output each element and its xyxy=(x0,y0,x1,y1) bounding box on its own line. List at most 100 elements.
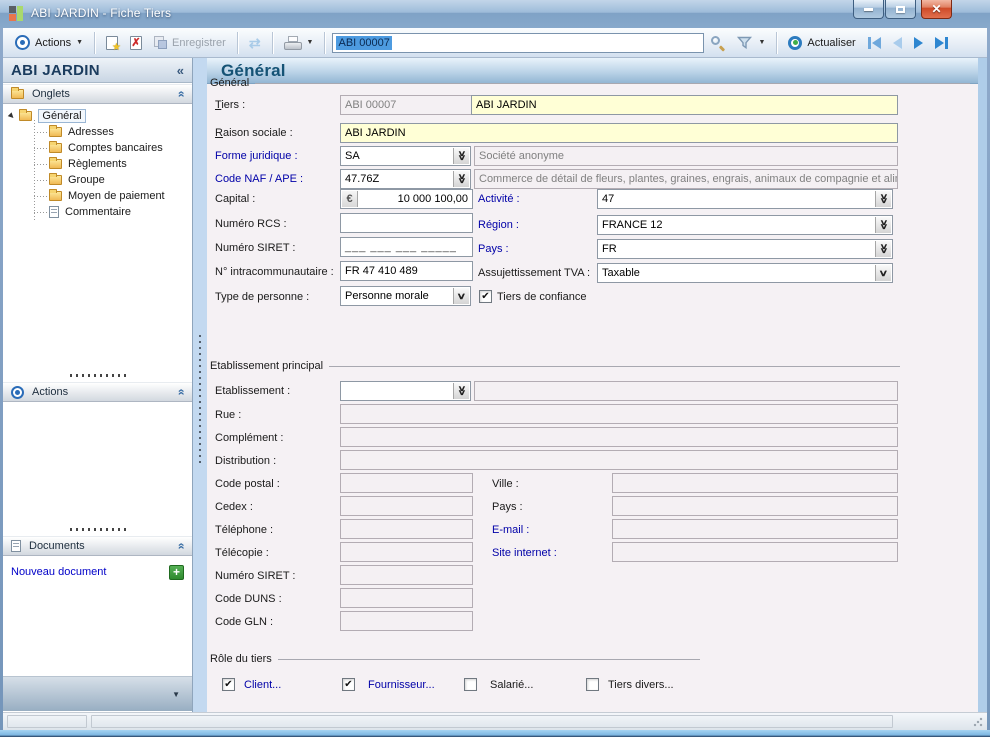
email-field xyxy=(612,519,898,539)
tree-item-adresses[interactable]: Adresses xyxy=(3,124,192,140)
splitter-grip[interactable] xyxy=(199,335,201,465)
refresh-label: Actualiser xyxy=(807,37,855,49)
tree-item-groupe[interactable]: Groupe xyxy=(3,172,192,188)
chevron-double-down-icon[interactable]: ∨∨ xyxy=(875,191,891,207)
etablissement-label: Etablissement : xyxy=(215,385,290,397)
tree-item-reglements[interactable]: Règlements xyxy=(3,156,192,172)
add-document-button[interactable]: + xyxy=(169,565,184,580)
raison-sociale-field[interactable]: ABI JARDIN xyxy=(340,123,898,143)
region-combo[interactable]: FRANCE 12 ∨∨ xyxy=(597,215,893,235)
salarie-checkbox[interactable] xyxy=(464,678,477,691)
etablissement-combo[interactable]: ∨∨ xyxy=(340,381,471,401)
tree-item-comptes-bancaires[interactable]: Comptes bancaires xyxy=(3,140,192,156)
chevron-double-down-icon[interactable]: ∨∨ xyxy=(875,217,891,233)
chevron-up-icon: » xyxy=(174,91,188,98)
sidebar-title: ABI JARDIN xyxy=(11,62,177,79)
tiers-divers-checkbox[interactable] xyxy=(586,678,599,691)
forme-juridique-label: Forme juridique : xyxy=(215,150,298,162)
chevron-double-down-icon[interactable]: ∨∨ xyxy=(453,171,469,187)
refresh-data-button[interactable]: Actualiser xyxy=(782,33,861,53)
capital-field[interactable]: € 10 000 100,00 xyxy=(340,189,473,209)
nav-last-button[interactable] xyxy=(929,33,954,53)
print-button[interactable]: ▼ xyxy=(278,33,320,53)
delete-record-button[interactable]: ✗ xyxy=(124,33,148,53)
type-personne-combo[interactable]: Personne morale ∨ xyxy=(340,286,471,306)
etab-pays-label: Pays : xyxy=(492,501,523,513)
new-record-button[interactable]: ★ xyxy=(100,33,124,53)
chevron-down-icon[interactable]: ∨ xyxy=(453,288,469,304)
save-icon xyxy=(154,36,167,49)
code-postal-field xyxy=(340,473,473,493)
search-input[interactable]: ABI 00007 xyxy=(332,33,704,53)
intracommunautaire-field[interactable]: FR 47 410 489 xyxy=(340,261,473,281)
tiers-confiance-checkbox[interactable]: ✔ xyxy=(479,290,492,303)
client-label[interactable]: Client... xyxy=(244,679,281,691)
minimize-button[interactable] xyxy=(853,0,884,19)
filter-button[interactable]: ▼ xyxy=(731,33,771,52)
sidebar: ABI JARDIN « Onglets » ▶ Général Adresse… xyxy=(3,58,193,712)
fournisseur-checkbox[interactable]: ✔ xyxy=(342,678,355,691)
printer-icon xyxy=(284,36,302,50)
actions-menu-button[interactable]: Actions ▼ xyxy=(9,32,89,53)
nav-next-button[interactable] xyxy=(908,33,929,53)
panel-splitter-handle[interactable] xyxy=(3,526,192,533)
intracommunautaire-label: N° intracommunautaire : xyxy=(215,266,334,278)
close-button[interactable]: ✕ xyxy=(921,0,952,19)
euro-currency-button[interactable]: € xyxy=(342,191,358,207)
chevron-double-down-icon[interactable]: ∨∨ xyxy=(453,383,469,399)
numero-siret-field[interactable]: ___ ___ ___ _____ xyxy=(340,237,473,257)
tree-item-moyen-de-paiement[interactable]: Moyen de paiement xyxy=(3,188,192,204)
tree-item-commentaire[interactable]: Commentaire xyxy=(3,204,192,220)
tiers-label: Tiers : xyxy=(215,99,245,111)
cedex-field xyxy=(340,496,473,516)
nav-previous-button[interactable] xyxy=(887,33,908,53)
caret-down-icon: ▼ xyxy=(76,39,83,46)
panel-header-documents[interactable]: Documents » xyxy=(3,536,192,556)
tiers-name-field[interactable]: ABI JARDIN xyxy=(471,95,898,115)
tree-item-label: Moyen de paiement xyxy=(68,190,165,202)
main-toolbar: Actions ▼ ★ ✗ Enregistrer ⇄ ▼ ABI 00007 xyxy=(3,28,987,58)
ville-field xyxy=(612,473,898,493)
assujettissement-tva-combo[interactable]: Taxable ∨ xyxy=(597,263,893,283)
chevron-down-icon[interactable]: ∨ xyxy=(875,265,891,281)
onglets-label: Onglets xyxy=(32,88,169,100)
activite-combo[interactable]: 47 ∨∨ xyxy=(597,189,893,209)
code-postal-label: Code postal : xyxy=(215,478,280,490)
client-checkbox[interactable]: ✔ xyxy=(222,678,235,691)
refresh-icon: ⇄ xyxy=(249,36,261,50)
sidebar-splitter[interactable] xyxy=(193,58,207,712)
restore-button[interactable] xyxy=(885,0,916,19)
cedex-label: Cedex : xyxy=(215,501,253,513)
new-document-link[interactable]: Nouveau document xyxy=(11,566,169,578)
numero-rcs-field[interactable] xyxy=(340,213,473,233)
window-title: ABI JARDIN - Fiche Tiers xyxy=(31,6,171,20)
forme-juridique-combo[interactable]: SA ∨∨ xyxy=(340,146,471,166)
funnel-icon xyxy=(737,36,753,49)
chevron-double-down-icon[interactable]: ∨∨ xyxy=(453,148,469,164)
chevron-double-down-icon[interactable]: ∨∨ xyxy=(875,241,891,257)
collapse-sidebar-icon[interactable]: « xyxy=(177,63,184,78)
panel-header-onglets[interactable]: Onglets » xyxy=(3,84,192,104)
salarie-label: Salarié... xyxy=(490,679,533,691)
code-naf-combo[interactable]: 47.76Z ∨∨ xyxy=(340,169,471,189)
numero-rcs-label: Numéro RCS : xyxy=(215,218,287,230)
group-general: Général xyxy=(210,77,970,89)
fournisseur-label[interactable]: Fournisseur... xyxy=(368,679,435,691)
nav-bar xyxy=(868,37,871,49)
pays-combo[interactable]: FR ∨∨ xyxy=(597,239,893,259)
new-document-row: Nouveau document + xyxy=(3,562,192,582)
tree-expander-icon[interactable]: ▶ xyxy=(7,111,16,120)
nav-first-button[interactable] xyxy=(862,33,887,53)
folder-icon xyxy=(49,127,62,137)
tree-node-general[interactable]: ▶ Général xyxy=(9,108,86,124)
next-record-icon xyxy=(914,37,923,49)
panel-splitter-handle[interactable] xyxy=(3,372,192,379)
nav-bar xyxy=(945,37,948,49)
etab-pays-field xyxy=(612,496,898,516)
resize-grip[interactable] xyxy=(973,717,983,727)
panel-header-actions[interactable]: Actions » xyxy=(3,382,192,402)
etab-siret-label: Numéro SIRET : xyxy=(215,570,296,582)
caret-down-icon[interactable]: ▼ xyxy=(172,690,180,699)
last-record-icon xyxy=(935,37,944,49)
search-button[interactable] xyxy=(704,32,731,53)
